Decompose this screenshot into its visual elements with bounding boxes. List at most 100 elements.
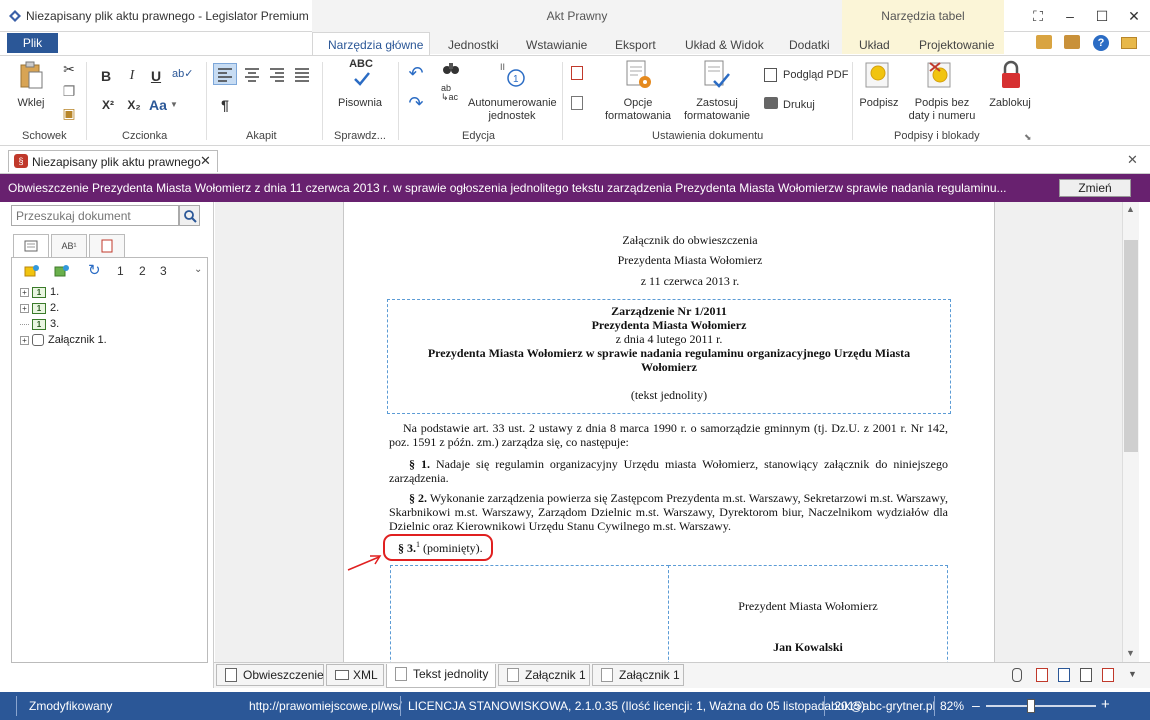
collapse-all-icon[interactable]	[54, 264, 70, 281]
align-center-button[interactable]	[241, 64, 263, 84]
tree-level-3[interactable]: 3	[160, 264, 167, 278]
tree-level-2[interactable]: 2	[139, 264, 146, 278]
tab-plik[interactable]: Plik	[7, 33, 58, 53]
sign-icon[interactable]	[864, 59, 894, 91]
sign-no-date-label-2[interactable]: daty i numeru	[906, 110, 978, 123]
cut-icon[interactable]: ✂	[60, 60, 78, 78]
fullscreen-icon[interactable]: ⛶	[1026, 6, 1050, 26]
apply-format-label-2[interactable]: formatowanie	[678, 110, 756, 123]
pisownia-button-label[interactable]: Pisownia	[334, 97, 386, 110]
sign-no-date-icon[interactable]	[926, 59, 956, 91]
page-red-icon[interactable]	[1102, 668, 1114, 682]
panel-tab-ab[interactable]: AB¹	[51, 234, 87, 258]
zoom-slider[interactable]	[986, 705, 1096, 707]
zoom-out-button[interactable]: –	[972, 697, 980, 713]
view-tab-xml[interactable]: XML	[326, 664, 384, 686]
tree-expand-icon[interactable]: +	[20, 287, 29, 297]
expand-all-icon[interactable]	[24, 264, 40, 281]
view-tab-zalacznik-1[interactable]: Załącznik 1	[498, 664, 590, 686]
refresh-icon[interactable]: ↻	[88, 261, 101, 279]
tree-item[interactable]: +1 1.	[20, 284, 59, 300]
minimize-button[interactable]: –	[1058, 6, 1082, 26]
chevron-down-icon[interactable]: ▼	[170, 96, 178, 114]
undo-icon[interactable]: ↶	[406, 64, 426, 82]
ribbon-folder-back-icon[interactable]	[1036, 35, 1052, 49]
panel-tab-document[interactable]	[89, 234, 125, 258]
tree-level-1[interactable]: 1	[117, 264, 124, 278]
pdf-preview-icon[interactable]	[764, 68, 777, 82]
document-red-icon[interactable]	[571, 66, 583, 80]
chevron-down-icon[interactable]: ▼	[1128, 669, 1137, 679]
view-tab-tekst-jednolity[interactable]: Tekst jednolity	[386, 664, 496, 688]
signature-table-cell-right[interactable]	[668, 565, 948, 675]
scroll-up-icon[interactable]: ▲	[1126, 204, 1135, 214]
apply-format-icon[interactable]	[702, 59, 732, 91]
document-tab-close-icon[interactable]: ✕	[200, 153, 211, 169]
view-tab-zalacznik-1b[interactable]: Załącznik 1	[592, 664, 684, 686]
align-left-button[interactable]	[213, 63, 237, 85]
pdf-preview-button[interactable]: Podgląd PDF	[783, 69, 848, 82]
tab-narzedzia-glowne[interactable]: Narzędzia główne	[328, 38, 423, 52]
search-icon[interactable]	[179, 205, 200, 226]
lock-icon[interactable]	[999, 59, 1023, 91]
align-justify-button[interactable]	[291, 64, 313, 84]
scroll-down-icon[interactable]: ▼	[1126, 648, 1135, 658]
find-binoculars-icon[interactable]	[441, 60, 461, 80]
ribbon-folder-icon[interactable]	[1064, 35, 1080, 49]
redo-icon[interactable]: ↷	[406, 94, 426, 112]
paste-button-label[interactable]: Wklej	[14, 97, 48, 110]
autonumber-icon[interactable]: 1 II	[498, 60, 528, 90]
tab-jednostki[interactable]: Jednostki	[448, 38, 499, 52]
autonumber-label-1[interactable]: Autonumerowanie	[468, 97, 557, 110]
tab-uklad-widok[interactable]: Układ & Widok	[685, 38, 764, 52]
align-right-button[interactable]	[266, 64, 288, 84]
search-document-input[interactable]	[11, 205, 179, 226]
format-options-icon[interactable]	[624, 59, 654, 91]
paste-icon[interactable]	[18, 60, 44, 90]
status-url[interactable]: http://prawomiejscowe.pl/ws/	[249, 699, 402, 713]
document-view-icon[interactable]	[571, 96, 583, 110]
view-tab-obwieszczenie[interactable]: Obwieszczenie	[216, 664, 324, 686]
spelling-check-icon[interactable]	[352, 70, 372, 88]
print-button[interactable]: Drukuj	[783, 99, 815, 112]
sign-button-label[interactable]: Podpisz	[856, 97, 902, 110]
panel-tab-structure[interactable]	[13, 234, 49, 258]
tab-eksport[interactable]: Eksport	[615, 38, 656, 52]
printer-icon[interactable]	[764, 97, 778, 109]
replace-icon[interactable]: ab ↳ac	[441, 84, 461, 102]
group-dialog-launcher-icon[interactable]: ⬊	[1024, 132, 1032, 143]
autonumber-label-2[interactable]: jednostek	[468, 110, 556, 123]
add-attachment-red-icon[interactable]	[1036, 668, 1048, 682]
tab-uklad[interactable]: Układ	[859, 38, 890, 52]
mail-icon[interactable]	[1121, 37, 1137, 49]
tab-wstawianie[interactable]: Wstawianie	[526, 38, 587, 52]
signature-table-cell-left[interactable]	[390, 565, 669, 675]
tree-expand-icon[interactable]: +	[20, 335, 29, 345]
attachment-icon[interactable]	[1012, 668, 1022, 682]
tree-expand-icon[interactable]: +	[20, 303, 29, 313]
spellcheck-small-icon[interactable]: ab✓	[172, 65, 193, 83]
paste-special-icon[interactable]: ▣	[60, 104, 78, 122]
tree-item[interactable]: 1 3.	[20, 316, 59, 332]
tab-projektowanie[interactable]: Projektowanie	[919, 38, 994, 52]
maximize-button[interactable]: ☐	[1090, 6, 1114, 26]
superscript-button[interactable]: X²	[98, 96, 118, 114]
help-icon[interactable]: ?	[1093, 35, 1109, 51]
add-attachment-blue-icon[interactable]	[1058, 668, 1070, 682]
zoom-in-button[interactable]: +	[1101, 696, 1110, 713]
subscript-button[interactable]: X₂	[124, 96, 144, 114]
tree-item[interactable]: +1 2.	[20, 300, 59, 316]
chevron-down-icon[interactable]: ⌄	[194, 264, 202, 275]
pilcrow-button[interactable]: ¶	[216, 96, 234, 114]
tab-dodatki[interactable]: Dodatki	[789, 38, 830, 52]
apply-format-label-1[interactable]: Zastosuj	[678, 97, 756, 110]
copy-icon[interactable]: ❐	[60, 82, 78, 100]
document-tab-label[interactable]: Niezapisany plik aktu prawnego	[32, 155, 201, 169]
change-title-button[interactable]: Zmień	[1059, 179, 1131, 197]
underline-button[interactable]: U	[148, 67, 164, 85]
page-icon[interactable]	[1080, 668, 1092, 682]
zoom-slider-thumb[interactable]	[1027, 699, 1036, 713]
format-options-label-2[interactable]: formatowania	[600, 110, 676, 123]
document-area-close-icon[interactable]: ✕	[1127, 152, 1138, 168]
scrollbar-thumb[interactable]	[1124, 240, 1138, 452]
